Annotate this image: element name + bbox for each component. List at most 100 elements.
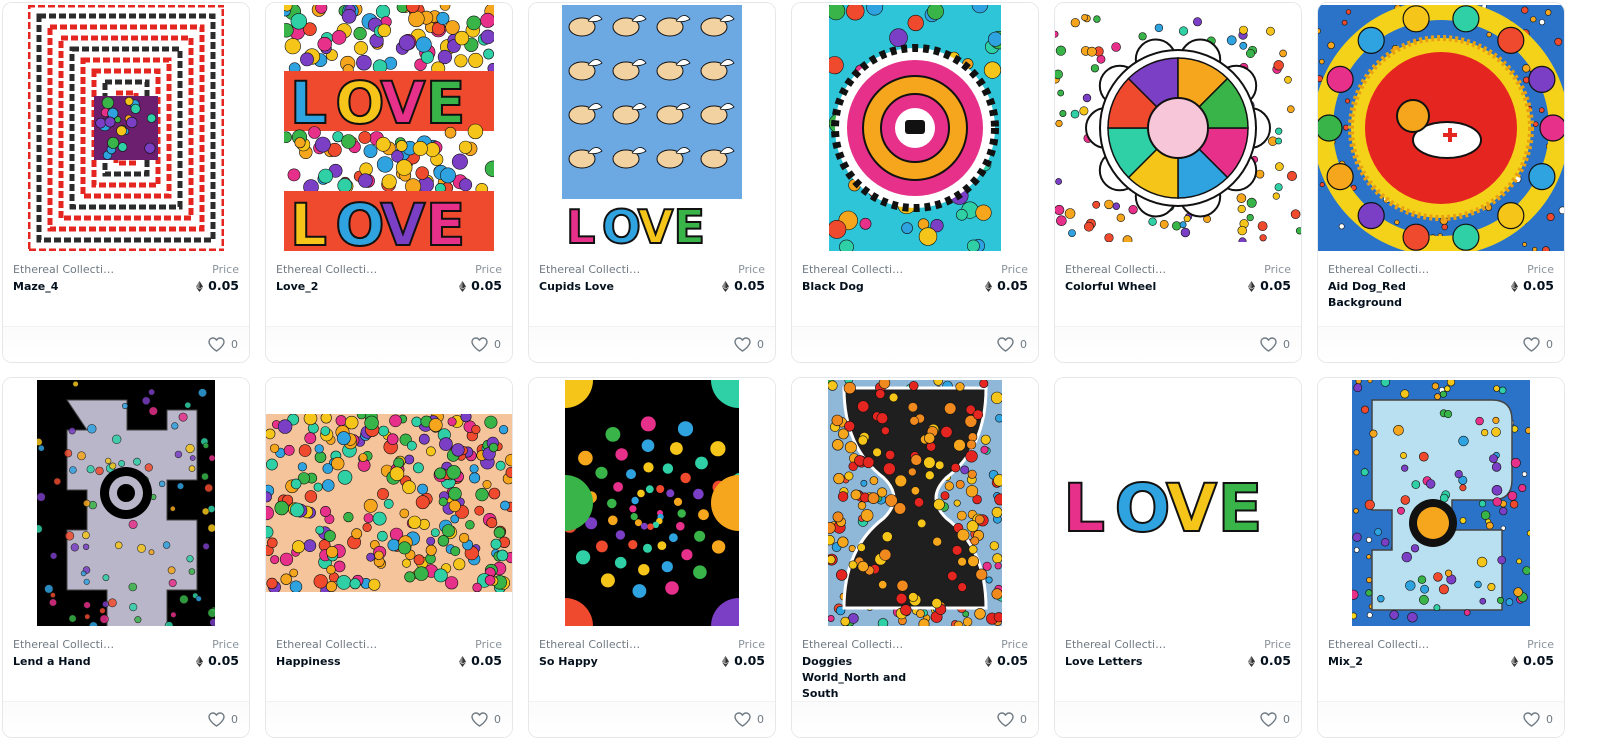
- artwork-image[interactable]: LOVE: [1055, 378, 1301, 627]
- collection-name[interactable]: Ethereal Collectio...: [1065, 263, 1169, 276]
- heart-icon[interactable]: [208, 337, 225, 352]
- eth-icon: [1511, 655, 1519, 667]
- collection-name[interactable]: Ethereal Collectio...: [802, 638, 906, 651]
- artwork-image[interactable]: [1055, 3, 1301, 252]
- eth-icon: [722, 280, 730, 292]
- svg-text:L: L: [290, 69, 327, 137]
- price-amount: 0.05: [1260, 653, 1291, 668]
- nft-card[interactable]: Ethereal Collectio... Mix_2 Price 0.05 0: [1317, 377, 1565, 738]
- heart-icon[interactable]: [208, 712, 225, 727]
- price-label: Price: [1264, 638, 1291, 651]
- favorite-count: 0: [231, 338, 238, 351]
- price-label: Price: [1527, 263, 1554, 276]
- price-amount: 0.05: [208, 278, 239, 293]
- artwork-image[interactable]: LOVE LOVE: [266, 3, 512, 252]
- item-name[interactable]: Black Dog: [802, 279, 930, 295]
- item-name[interactable]: Maze_4: [13, 279, 141, 295]
- heart-icon[interactable]: [734, 712, 751, 727]
- price-amount: 0.05: [734, 653, 765, 668]
- price-value: 0.05: [459, 278, 502, 293]
- artwork-mandala: [829, 4, 1001, 251]
- svg-text:E: E: [426, 191, 466, 251]
- nft-card[interactable]: Ethereal Collectio... Maze_4 Price 0.05 …: [2, 2, 250, 363]
- item-name[interactable]: Mix_2: [1328, 654, 1456, 670]
- artwork-cupids: LOVE: [562, 4, 742, 251]
- nft-card[interactable]: Ethereal Collectio... Happiness Price 0.…: [265, 377, 513, 738]
- artwork-hourglass: [828, 379, 1002, 626]
- heart-icon[interactable]: [1260, 337, 1277, 352]
- nft-card[interactable]: Ethereal Collectio... Colorful Wheel Pri…: [1054, 2, 1302, 363]
- item-name[interactable]: Lend a Hand: [13, 654, 141, 670]
- card-footer: 0: [1055, 701, 1301, 737]
- heart-icon[interactable]: [997, 712, 1014, 727]
- nft-card[interactable]: LOVE LOVE Ethereal Collectio... Love_2 Pr…: [265, 2, 513, 363]
- collection-name[interactable]: Ethereal Collectio...: [802, 263, 906, 276]
- artwork-image[interactable]: [3, 378, 249, 627]
- price-label: Price: [1001, 263, 1028, 276]
- artwork-image[interactable]: LOVE: [529, 3, 775, 252]
- price-value: 0.05: [1248, 278, 1291, 293]
- price-amount: 0.05: [471, 653, 502, 668]
- item-name[interactable]: Colorful Wheel: [1065, 279, 1193, 295]
- collection-name[interactable]: Ethereal Collectio...: [1065, 638, 1169, 651]
- collection-name[interactable]: Ethereal Collectio...: [13, 638, 117, 651]
- item-name[interactable]: So Happy: [539, 654, 667, 670]
- nft-card[interactable]: LOVE Ethereal Collectio... Cupids Love P…: [528, 2, 776, 363]
- eth-icon: [1511, 280, 1519, 292]
- svg-text:O: O: [335, 69, 384, 137]
- item-name[interactable]: Happiness: [276, 654, 404, 670]
- artwork-image[interactable]: [266, 378, 512, 627]
- card-footer: 0: [266, 701, 512, 737]
- nft-card[interactable]: Ethereal Collectio... Black Dog Price 0.…: [791, 2, 1039, 363]
- price-value: 0.05: [1248, 653, 1291, 668]
- collection-name[interactable]: Ethereal Collectio...: [1328, 638, 1432, 651]
- artwork-image[interactable]: [1318, 3, 1564, 252]
- heart-icon[interactable]: [1523, 712, 1540, 727]
- item-name[interactable]: Doggies World_North and South: [802, 654, 930, 702]
- nft-card[interactable]: Ethereal Collectio... Doggies World_Nort…: [791, 377, 1039, 738]
- nft-card[interactable]: LOVE Ethereal Collectio... Love Letters …: [1054, 377, 1302, 738]
- heart-icon[interactable]: [471, 337, 488, 352]
- heart-icon[interactable]: [471, 712, 488, 727]
- artwork-image[interactable]: [3, 3, 249, 252]
- favorite-count: 0: [494, 713, 501, 726]
- collection-name[interactable]: Ethereal Collectio...: [276, 263, 380, 276]
- favorite-count: 0: [1283, 713, 1290, 726]
- artwork-happiness: [266, 413, 512, 592]
- favorite-count: 0: [1546, 338, 1553, 351]
- collection-name[interactable]: Ethereal Collectio...: [276, 638, 380, 651]
- heart-icon[interactable]: [1523, 337, 1540, 352]
- price-label: Price: [212, 638, 239, 651]
- favorite-count: 0: [1283, 338, 1290, 351]
- item-name[interactable]: Aid Dog_Red Background: [1328, 279, 1456, 311]
- card-info: Ethereal Collectio... Happiness Price 0.…: [276, 638, 502, 698]
- artwork-image[interactable]: [792, 3, 1038, 252]
- card-info: Ethereal Collectio... Colorful Wheel Pri…: [1065, 263, 1291, 323]
- artwork-hand: [37, 379, 215, 626]
- collection-name[interactable]: Ethereal Collectio...: [539, 263, 643, 276]
- card-footer: 0: [1055, 326, 1301, 362]
- price-amount: 0.05: [471, 278, 502, 293]
- heart-icon[interactable]: [997, 337, 1014, 352]
- item-name[interactable]: Love_2: [276, 279, 404, 295]
- price-label: Price: [738, 638, 765, 651]
- price-value: 0.05: [196, 653, 239, 668]
- heart-icon[interactable]: [734, 337, 751, 352]
- item-name[interactable]: Cupids Love: [539, 279, 667, 295]
- collection-name[interactable]: Ethereal Collectio...: [13, 263, 117, 276]
- nft-card[interactable]: Ethereal Collectio... Lend a Hand Price …: [2, 377, 250, 738]
- svg-text:V: V: [380, 191, 425, 251]
- heart-icon[interactable]: [1260, 712, 1277, 727]
- artwork-image[interactable]: [792, 378, 1038, 627]
- svg-text:V: V: [1166, 470, 1217, 537]
- nft-card[interactable]: Ethereal Collectio... So Happy Price 0.0…: [528, 377, 776, 738]
- artwork-image[interactable]: [1318, 378, 1564, 627]
- artwork-image[interactable]: [529, 378, 775, 627]
- nft-card[interactable]: Ethereal Collectio... Aid Dog_Red Backgr…: [1317, 2, 1565, 363]
- item-name[interactable]: Love Letters: [1065, 654, 1193, 670]
- price-amount: 0.05: [997, 653, 1028, 668]
- price-value: 0.05: [459, 653, 502, 668]
- collection-name[interactable]: Ethereal Collectio...: [539, 638, 643, 651]
- card-footer: 0: [1318, 701, 1564, 737]
- collection-name[interactable]: Ethereal Collectio...: [1328, 263, 1432, 276]
